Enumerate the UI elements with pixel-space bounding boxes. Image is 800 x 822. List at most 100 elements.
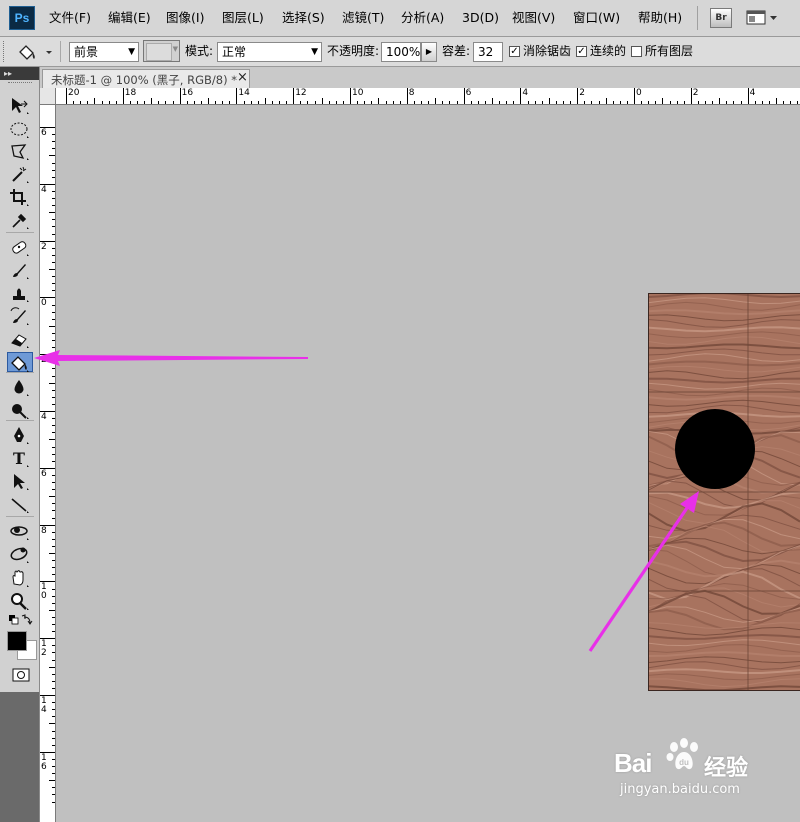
3d-rotate-icon xyxy=(10,526,29,540)
tool-move[interactable] xyxy=(8,95,32,115)
document-tab[interactable]: 未标题-1 @ 100% (黑子, RGB/8) * × xyxy=(42,69,250,88)
ruler-label: 0 xyxy=(41,298,47,309)
tool-hand[interactable] xyxy=(8,568,32,588)
ruler-minor-tick xyxy=(52,574,55,576)
opacity-input[interactable]: 100% xyxy=(381,42,421,62)
tool-path-select[interactable] xyxy=(8,471,32,491)
vertical-ruler[interactable]: 6420246810121416 xyxy=(40,105,56,822)
antialias-checkbox[interactable]: ✓ xyxy=(509,46,520,57)
menu-edit[interactable]: 编辑(E) xyxy=(108,0,151,36)
ruler-minor-tick xyxy=(264,98,266,104)
ruler-minor-tick xyxy=(385,101,387,104)
ruler-minor-tick xyxy=(208,98,209,104)
ruler-minor-tick xyxy=(733,101,735,104)
screen-mode-button[interactable] xyxy=(746,8,780,26)
tool-ellipse-marquee[interactable] xyxy=(8,119,32,139)
ruler-minor-tick xyxy=(52,730,55,732)
tool-blur[interactable] xyxy=(8,377,32,397)
menu-help[interactable]: 帮助(H) xyxy=(638,0,682,36)
canvas-area[interactable] xyxy=(56,105,800,822)
horizontal-ruler[interactable]: 20 18 16 14 12 10 8 6 4 2 0 2 4 xyxy=(40,88,800,105)
ruler-minor-tick xyxy=(49,212,55,214)
ruler-minor-tick xyxy=(158,101,160,104)
ruler-minor-tick xyxy=(584,101,586,104)
ruler-origin[interactable] xyxy=(40,88,56,105)
options-grip xyxy=(3,41,6,62)
ruler-label: 2 xyxy=(41,241,47,252)
ruler-minor-tick xyxy=(137,101,138,104)
collapse-panel-icon[interactable]: ▸▸ xyxy=(0,67,39,80)
ruler-minor-tick xyxy=(52,418,55,420)
ruler-minor-tick xyxy=(49,553,55,554)
ruler-minor-tick xyxy=(676,101,678,104)
tool-clone-stamp[interactable] xyxy=(8,283,32,303)
tool-3d-rotate[interactable] xyxy=(8,521,32,541)
close-icon[interactable]: × xyxy=(237,70,248,85)
default-colors-button[interactable] xyxy=(8,614,34,626)
tolerance-input[interactable]: 32 xyxy=(473,42,503,62)
tool-history-brush[interactable] xyxy=(8,306,32,326)
ruler-label: 6 xyxy=(41,128,47,138)
tool-zoom[interactable] xyxy=(8,591,32,611)
menu-window[interactable]: 窗口(W) xyxy=(573,0,620,36)
svg-text:T: T xyxy=(13,449,25,468)
ruler-minor-tick xyxy=(768,101,770,104)
ruler-label: 20 xyxy=(68,88,80,98)
tool-line[interactable] xyxy=(8,494,32,514)
opacity-slider-button[interactable]: ▶ xyxy=(421,42,437,62)
foreground-color-swatch[interactable] xyxy=(7,631,27,651)
pattern-picker[interactable]: ▼ xyxy=(143,40,180,62)
all-layers-checkbox[interactable] xyxy=(631,46,642,57)
tool-healing-brush[interactable] xyxy=(8,237,32,257)
menu-file[interactable]: 文件(F) xyxy=(49,0,91,36)
ruler-minor-tick xyxy=(591,101,593,104)
quick-mask-button[interactable] xyxy=(12,668,30,682)
ruler-minor-tick xyxy=(555,101,557,104)
wood-texture-image xyxy=(648,293,800,691)
ruler-minor-tick xyxy=(52,794,55,796)
tool-dodge[interactable] xyxy=(8,400,32,420)
ruler-minor-tick xyxy=(570,101,572,104)
tool-3d-orbit[interactable] xyxy=(8,544,32,564)
tool-type[interactable]: T xyxy=(8,448,32,468)
tool-pen[interactable] xyxy=(8,425,32,445)
contiguous-checkbox[interactable]: ✓ xyxy=(576,46,587,57)
document-canvas[interactable] xyxy=(56,105,800,822)
mode-select[interactable]: 正常 ▼ xyxy=(217,42,322,62)
menu-image[interactable]: 图像(I) xyxy=(166,0,204,36)
tool-preset-picker[interactable] xyxy=(14,41,54,63)
ruler-minor-tick xyxy=(435,98,437,104)
ruler-label: 6 xyxy=(41,468,47,479)
tool-eyedropper[interactable] xyxy=(8,210,32,230)
fill-source-select[interactable]: 前景 ▼ xyxy=(69,42,139,62)
menu-3d[interactable]: 3D(D) xyxy=(462,0,499,36)
menu-select[interactable]: 选择(S) xyxy=(282,0,325,36)
ruler-minor-tick xyxy=(52,773,55,775)
ruler-minor-tick xyxy=(52,311,55,313)
ruler-minor-tick xyxy=(229,101,231,104)
tool-magic-wand[interactable] xyxy=(8,164,32,184)
ruler-minor-tick xyxy=(52,624,55,625)
ruler-minor-tick xyxy=(52,332,55,334)
line-icon xyxy=(11,498,29,513)
ruler-label: 6 xyxy=(465,88,472,98)
bridge-button[interactable]: Br xyxy=(710,8,732,28)
menu-filter[interactable]: 滤镜(T) xyxy=(342,0,384,36)
tool-lasso[interactable] xyxy=(8,141,32,161)
ruler-minor-tick xyxy=(94,98,96,104)
menu-divider xyxy=(697,6,698,30)
ruler-minor-tick xyxy=(52,787,55,789)
zoom-icon xyxy=(11,593,29,610)
ruler-minor-tick xyxy=(740,101,742,104)
ruler-minor-tick xyxy=(243,101,245,104)
menu-analysis[interactable]: 分析(A) xyxy=(401,0,444,36)
ruler-minor-tick xyxy=(193,101,195,104)
ruler-minor-tick xyxy=(129,101,131,104)
menu-view[interactable]: 视图(V) xyxy=(512,0,555,36)
ruler-minor-tick xyxy=(49,155,55,157)
tool-brush[interactable] xyxy=(8,260,32,280)
tool-crop[interactable] xyxy=(8,187,32,207)
tool-separator xyxy=(6,232,34,233)
black-stone-circle[interactable] xyxy=(675,409,755,489)
menu-layer[interactable]: 图层(L) xyxy=(222,0,264,36)
